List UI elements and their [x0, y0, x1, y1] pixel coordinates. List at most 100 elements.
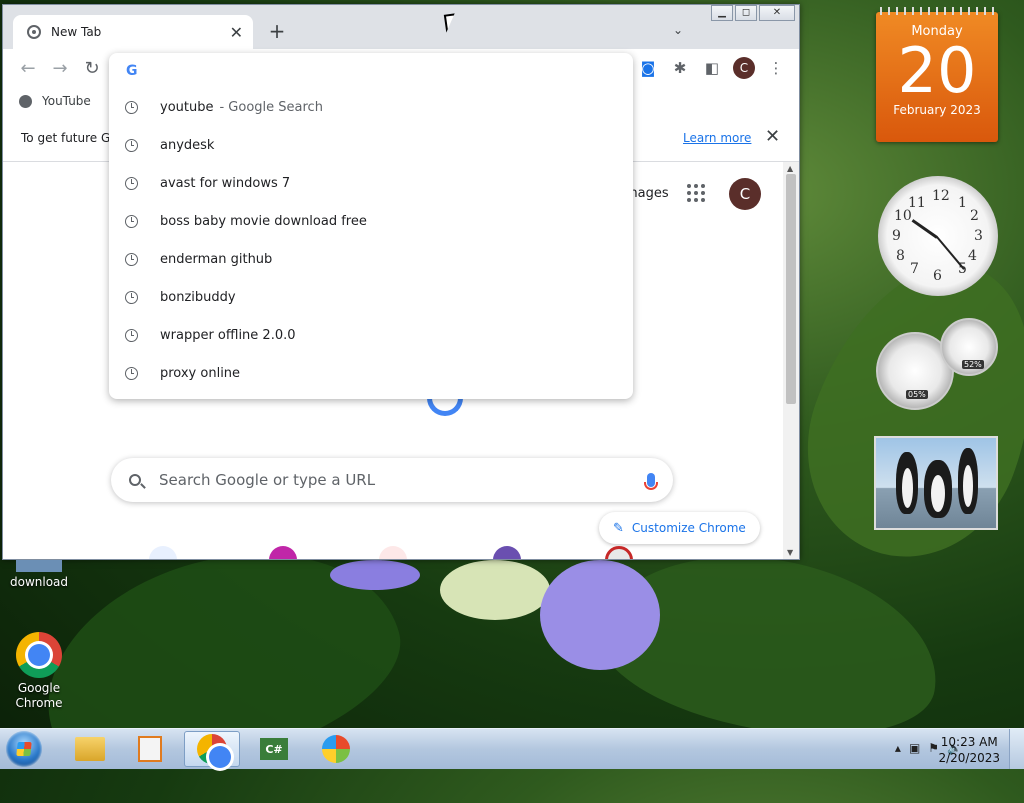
slideshow-gadget-penguins[interactable] — [874, 436, 998, 530]
shortcut-tile[interactable] — [379, 546, 407, 559]
shortcut-tile[interactable] — [493, 546, 521, 559]
suggestion-text: avast for windows 7 — [160, 175, 291, 191]
suggestion-text: youtube — [160, 99, 214, 115]
penguin-image — [958, 448, 978, 514]
clock-hour-hand — [911, 219, 938, 239]
shortcut-tile[interactable] — [605, 546, 633, 559]
desktop-icon-label: Google Chrome — [15, 681, 63, 710]
side-panel-icon[interactable]: ◧ — [701, 57, 723, 79]
omnibox-input[interactable] — [155, 61, 619, 83]
history-clock-icon — [125, 252, 138, 266]
screen-capture-icon[interactable]: ◙ — [637, 57, 659, 79]
folder-icon — [75, 737, 105, 761]
suggestion-text: wrapper offline 2.0.0 — [160, 327, 296, 343]
show-hidden-icons-icon[interactable]: ▴ — [895, 741, 901, 755]
network-icon[interactable]: ▣ — [909, 741, 920, 755]
clock-minute-hand — [936, 236, 965, 270]
customize-chrome-button[interactable]: ✎ Customize Chrome — [599, 512, 760, 544]
tab-close-button[interactable]: ✕ — [230, 23, 243, 42]
suggestion-item[interactable]: anydesk — [109, 126, 633, 164]
info-bar-text: To get future G — [21, 131, 111, 145]
clock-number: 1 — [958, 195, 967, 211]
scroll-up-icon[interactable]: ▲ — [787, 164, 793, 173]
history-clock-icon — [125, 214, 138, 228]
taskbar-explorer[interactable] — [62, 731, 118, 767]
chrome-window: New Tab ✕ + ⌄ ▁ ◻ ✕ ← → ↻ ◙ ✱ ◧ C ⋮ YouT… — [2, 4, 800, 560]
mouse-cursor-icon — [443, 13, 458, 33]
suggestion-item[interactable]: avast for windows 7 — [109, 164, 633, 202]
suggestion-text: bonzibuddy — [160, 289, 236, 305]
info-bar-close-button[interactable]: ✕ — [765, 126, 780, 147]
shortcut-tile[interactable] — [149, 546, 177, 559]
history-clock-icon — [125, 290, 138, 304]
suggestion-item[interactable]: boss baby movie download free — [109, 202, 633, 240]
suggestion-list: youtube - Google Search anydesk avast for… — [109, 88, 633, 392]
close-window-button[interactable]: ✕ — [759, 5, 795, 21]
calendar-month-year: February 2023 — [893, 103, 981, 117]
taskbar-clock[interactable]: 10:23 AM 2/20/2023 — [938, 734, 1000, 766]
profile-avatar[interactable]: C — [733, 57, 755, 79]
customize-chrome-label: Customize Chrome — [631, 521, 746, 535]
clock-number: 2 — [970, 208, 979, 224]
reload-icon[interactable]: ↻ — [81, 59, 103, 79]
memory-meter-gadget[interactable]: 52% — [940, 318, 998, 376]
calendar-day: 20 — [897, 34, 977, 107]
calendar-gadget[interactable]: Monday 20 February 2023 — [876, 7, 998, 142]
scroll-down-icon[interactable]: ▼ — [787, 548, 793, 557]
suggestion-item[interactable]: enderman github — [109, 240, 633, 278]
maximize-button[interactable]: ◻ — [735, 5, 757, 21]
new-tab-button[interactable]: + — [265, 19, 289, 43]
clock-date: 2/20/2023 — [938, 751, 1000, 765]
minimize-button[interactable]: ▁ — [711, 5, 733, 21]
ntp-search-box[interactable] — [111, 458, 673, 502]
clock-number: 12 — [932, 188, 950, 204]
bookmark-label: YouTube — [42, 94, 91, 108]
history-clock-icon — [125, 328, 138, 342]
tab-search-chevron-icon[interactable]: ⌄ — [673, 23, 683, 37]
show-desktop-button[interactable] — [1009, 729, 1024, 769]
globe-icon — [19, 94, 32, 108]
suggestion-item[interactable]: proxy online — [109, 354, 633, 392]
penguin-image — [896, 452, 918, 514]
clock-number: 7 — [910, 261, 919, 277]
suggestion-text: anydesk — [160, 137, 215, 153]
page-scrollbar[interactable]: ▲ ▼ — [783, 162, 799, 559]
taskbar-windows-update[interactable] — [308, 731, 364, 767]
extensions-puzzle-icon[interactable]: ✱ — [669, 57, 691, 79]
clock-gadget[interactable]: 12 1 2 3 4 5 6 7 8 9 10 11 — [878, 176, 998, 296]
scrollbar-thumb[interactable] — [786, 174, 796, 404]
microphone-icon[interactable] — [644, 473, 658, 490]
calendar-rings — [880, 7, 994, 15]
ntp-profile-avatar[interactable]: C — [729, 178, 761, 210]
kebab-menu-icon[interactable]: ⋮ — [765, 57, 787, 79]
clock-number: 8 — [896, 248, 905, 264]
taskbar-media-player[interactable] — [122, 731, 178, 767]
ntp-search-input[interactable] — [157, 470, 647, 490]
suggestion-item[interactable]: bonzibuddy — [109, 278, 633, 316]
pencil-icon: ✎ — [613, 520, 624, 536]
google-apps-grid-icon[interactable] — [687, 184, 705, 202]
history-clock-icon — [125, 138, 138, 152]
history-clock-icon — [125, 176, 138, 190]
start-button[interactable] — [6, 731, 42, 767]
taskbar-csharp[interactable]: C# — [246, 731, 302, 767]
desktop-icon-google-chrome[interactable]: Google Chrome — [4, 632, 74, 711]
download-icon — [16, 560, 62, 572]
history-clock-icon — [125, 100, 138, 114]
suggestion-item[interactable]: youtube - Google Search — [109, 88, 633, 126]
action-center-flag-icon[interactable]: ⚑ — [928, 741, 939, 755]
forward-arrow-icon[interactable]: → — [49, 59, 71, 79]
tab-new-tab[interactable]: New Tab ✕ — [13, 15, 253, 49]
back-arrow-icon[interactable]: ← — [17, 59, 39, 79]
toolbar-actions: ◙ ✱ ◧ C ⋮ — [637, 57, 787, 79]
taskbar-chrome[interactable] — [184, 731, 240, 768]
shortcut-tile[interactable] — [269, 546, 297, 559]
desktop-icon-download[interactable]: download — [4, 560, 74, 590]
suggestion-item[interactable]: wrapper offline 2.0.0 — [109, 316, 633, 354]
bookmark-youtube[interactable]: YouTube — [19, 94, 91, 108]
windows-flag-icon — [322, 735, 350, 763]
omnibox-dropdown: G youtube - Google Search anydesk avast f… — [109, 53, 633, 399]
clock-number: 9 — [892, 228, 901, 244]
learn-more-link[interactable]: Learn more — [683, 131, 751, 145]
clock-number: 11 — [908, 195, 926, 211]
